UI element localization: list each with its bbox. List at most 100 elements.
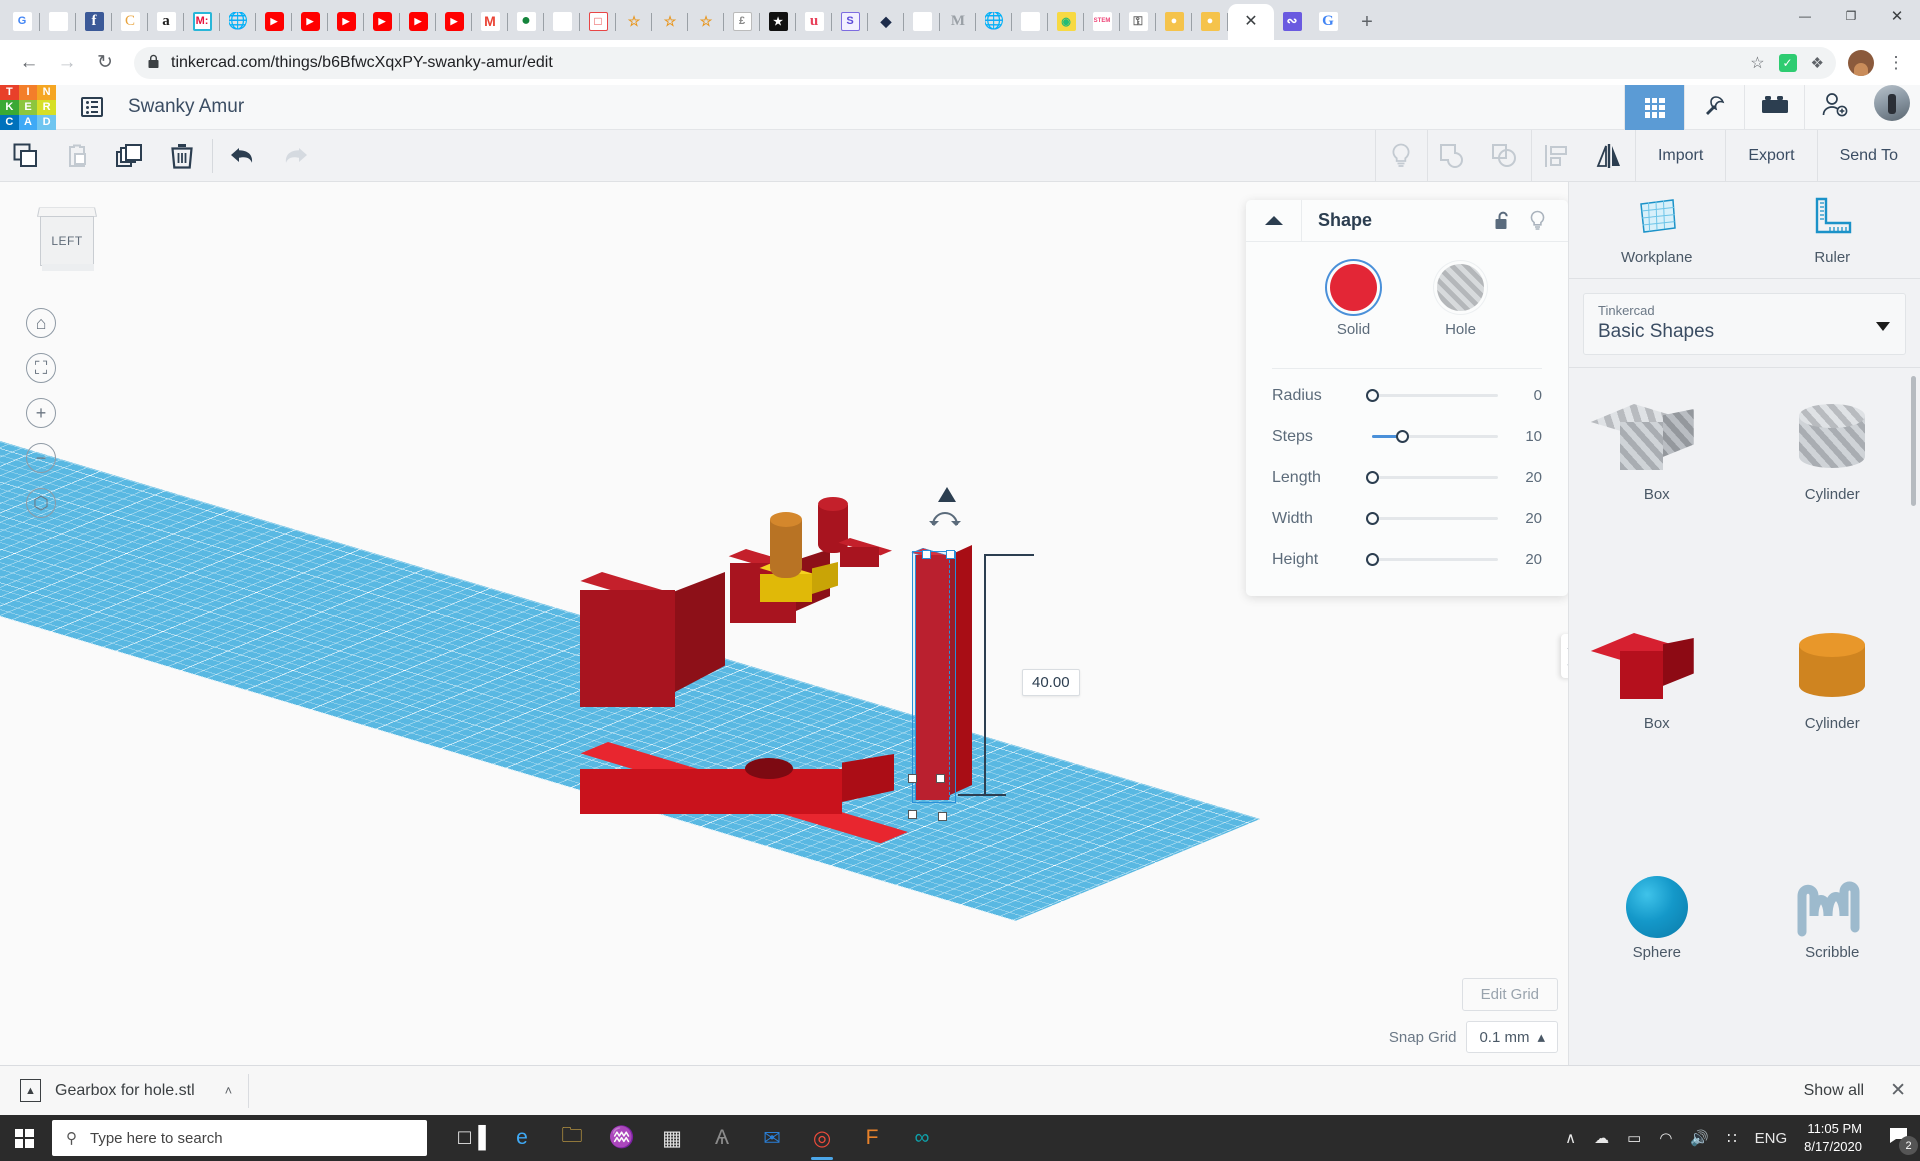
top-handle-1[interactable] [922,550,931,559]
wifi-icon[interactable]: ◠ [1650,1115,1681,1161]
pinned-tab[interactable]: ●● [545,4,579,38]
resize-handle-4[interactable] [938,812,947,821]
show-all-downloads-button[interactable]: Show all [1804,1082,1864,1100]
redo-button[interactable] [269,130,321,182]
pinned-tab[interactable]: G [5,4,39,38]
tinkercad-logo[interactable]: TINKERCAD [0,85,56,130]
zoom-out-button[interactable]: − [20,437,62,479]
browser-menu-icon[interactable]: ⋮ [1884,53,1908,73]
slider-knob[interactable] [1366,471,1379,484]
pinned-tab[interactable]: ◉ [1049,4,1083,38]
zoom-in-button[interactable]: + [20,392,62,434]
pinned-tab[interactable]: a [149,4,183,38]
slider-value[interactable]: 10 [1498,428,1542,445]
gallery-scrollbar[interactable] [1911,376,1916,506]
slider-value[interactable]: 0 [1498,387,1542,404]
model-block-small[interactable] [840,538,900,578]
pinned-tab[interactable]: 🌐 [221,4,255,38]
solid-option[interactable]: Solid [1330,264,1377,338]
forward-button[interactable]: → [50,46,84,80]
library-selector[interactable]: Tinkercad Basic Shapes [1583,293,1906,355]
language-indicator[interactable]: ENG [1746,1115,1797,1161]
resize-handle-3[interactable] [908,810,917,819]
fusion360-button[interactable]: F [849,1115,895,1161]
send-to-button[interactable]: Send To [1817,130,1920,182]
volume-icon[interactable]: 🔊 [1681,1115,1718,1161]
slider-value[interactable]: 20 [1498,510,1542,527]
clock[interactable]: 11:05 PM 8/17/2020 [1796,1120,1876,1155]
shape-gallery-item[interactable]: Box [1569,382,1745,607]
search-input[interactable]: ⚲ Type here to search [52,1120,427,1156]
pinned-tab[interactable]: ▶ [329,4,363,38]
address-bar[interactable]: tinkercad.com/things/b6BfwcXqxPY-swanky-… [134,47,1836,79]
delete-button[interactable] [156,130,208,182]
download-menu-icon[interactable]: ˄ [225,1083,233,1098]
dropbox-icon[interactable]: ∷ [1718,1115,1746,1161]
duplicate-button[interactable] [104,130,156,182]
pinned-tab[interactable]: M [473,4,507,38]
pinned-tab[interactable]: ▶ [293,4,327,38]
inspector-collapse-button[interactable] [1246,200,1302,242]
hole-option[interactable]: Hole [1437,264,1484,338]
slider-knob[interactable] [1366,512,1379,525]
pinned-tab[interactable]: 31 [905,4,939,38]
shape-gallery-item[interactable]: Sphere [1569,840,1745,1065]
model-cylinder-a[interactable] [770,512,810,582]
lock-shape-button[interactable] [1486,200,1520,242]
task-view-button[interactable]: □▐ [449,1115,495,1161]
pinned-tab[interactable]: u [797,4,831,38]
rotate-handle-icon[interactable] [928,512,962,535]
download-item[interactable]: ▲ Gearbox for hole.stl ˄ [14,1074,249,1108]
slider-track[interactable] [1360,468,1498,488]
slider-track[interactable] [1360,386,1498,406]
tab-next-site[interactable]: ∾ [1275,4,1309,38]
slider-value[interactable]: 20 [1498,469,1542,486]
hole-swatch[interactable] [1437,264,1484,311]
pinned-tab[interactable]: ● [1157,4,1191,38]
start-button[interactable] [0,1115,48,1161]
pinned-tab[interactable]: f [77,4,111,38]
microsoft-store-button[interactable]: ▦ [649,1115,695,1161]
new-tab-button[interactable]: + [1352,7,1382,37]
view-cube[interactable]: LEFT [30,204,104,276]
pinned-tab[interactable]: S [833,4,867,38]
pinned-tab[interactable]: ☆ [689,4,723,38]
copy-button[interactable] [0,130,52,182]
view-cube-label[interactable]: LEFT [40,216,94,266]
model-base-bar[interactable] [580,742,940,822]
pinned-tab[interactable]: C [113,4,147,38]
shape-gallery-item[interactable]: Scribble [1745,840,1920,1065]
google-tab[interactable]: G [1311,4,1345,38]
view-grid-button[interactable] [1624,85,1684,130]
move-up-arrow-icon[interactable] [936,487,958,508]
resize-handle-2[interactable] [936,774,945,783]
close-tab-icon[interactable]: ✕ [1244,14,1257,30]
pinned-tab[interactable]: ● [1193,4,1227,38]
hint-button[interactable] [1375,130,1427,182]
model-block-large[interactable] [580,572,730,717]
show-hidden-icons[interactable]: ∧ [1556,1115,1585,1161]
undo-button[interactable] [217,130,269,182]
dimension-value[interactable]: 40.00 [1022,669,1080,696]
pinned-tab[interactable]: M [941,4,975,38]
reload-button[interactable]: ↻ [88,46,122,80]
sidebar-item-ruler[interactable]: Ruler [1745,182,1920,278]
profile-avatar[interactable] [1848,50,1874,76]
snap-grid-select[interactable]: 0.1 mm ▴ [1466,1021,1558,1053]
fit-all-button[interactable]: ⛶ [20,347,62,389]
pinned-tab[interactable]: ★ [761,4,795,38]
project-menu-button[interactable] [70,85,114,130]
file-explorer-button[interactable]: 🗀 [549,1115,595,1161]
notification-center-button[interactable]: 2 [1876,1115,1920,1161]
close-download-bar-button[interactable]: ✕ [1890,1079,1906,1102]
pinned-tab[interactable]: ● [509,4,543,38]
group-button[interactable] [1427,130,1479,182]
pinned-tab[interactable]: ∷ [1013,4,1047,38]
export-button[interactable]: Export [1725,130,1816,182]
pinned-tab[interactable]: ▶ [257,4,291,38]
arduino-button[interactable]: ∞ [899,1115,945,1161]
slider-track[interactable] [1360,509,1498,529]
extensions-puzzle-icon[interactable]: ❖ [1811,54,1824,72]
shape-gallery-item[interactable]: Cylinder [1745,611,1920,836]
edit-grid-button[interactable]: Edit Grid [1462,978,1558,1011]
